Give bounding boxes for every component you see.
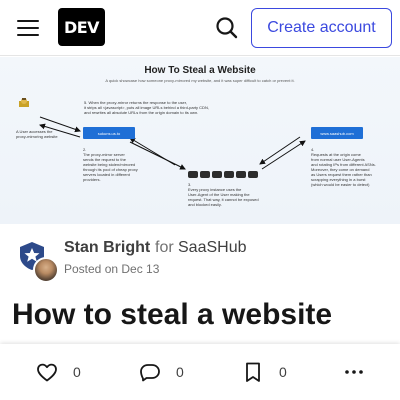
cover-step5: 5. When the proxy-mirror returns the res…: [84, 100, 209, 115]
heart-icon: [37, 363, 57, 382]
cover-subtitle: A quick showcase how someone proxy-mirro…: [105, 78, 295, 83]
bookmark-icon: [246, 362, 260, 382]
action-bar: 0 0 0: [0, 344, 400, 400]
user-icon: [18, 97, 30, 107]
cover-image: How To Steal a Website A quick showcase …: [0, 57, 400, 224]
comment-count: 0: [176, 364, 184, 380]
top-navigation: DEV Create account: [0, 0, 400, 56]
reaction-count: 0: [73, 364, 81, 380]
cover-title: How To Steal a Website: [144, 65, 256, 76]
author-for-label: for: [155, 239, 174, 256]
comment-button[interactable]: 0: [138, 360, 184, 384]
reaction-button[interactable]: 0: [35, 360, 81, 384]
post-title: How to steal a website: [12, 298, 333, 331]
create-account-button[interactable]: Create account: [251, 8, 392, 48]
author-avatar[interactable]: [33, 257, 59, 283]
posted-date: Posted on Dec 13: [64, 262, 160, 276]
cover-step4: 4. Requests at the origin come from normal…: [311, 147, 376, 187]
organization-name-link[interactable]: SaaSHub: [178, 239, 247, 257]
cover-step2: 2. The proxy-mirror server sends the reque…: [83, 147, 138, 182]
save-button[interactable]: 0: [241, 360, 287, 384]
search-icon[interactable]: [213, 14, 241, 42]
comment-icon: [140, 364, 160, 382]
hamburger-menu-icon[interactable]: [14, 14, 42, 42]
dev-logo[interactable]: DEV: [58, 8, 105, 46]
author-name-link[interactable]: Stan Bright: [64, 239, 150, 257]
cover-step3: 3. Every proxy instance uses the User-Agen…: [188, 182, 259, 207]
origin-domain-box: www.saashub.com: [311, 127, 363, 139]
more-options-icon[interactable]: [342, 360, 366, 384]
proxy-domain-box: sukuns.us.to: [83, 127, 135, 139]
save-count: 0: [279, 364, 287, 380]
cover-step1: A User accesses the proxy-mirroring websi…: [16, 129, 58, 139]
